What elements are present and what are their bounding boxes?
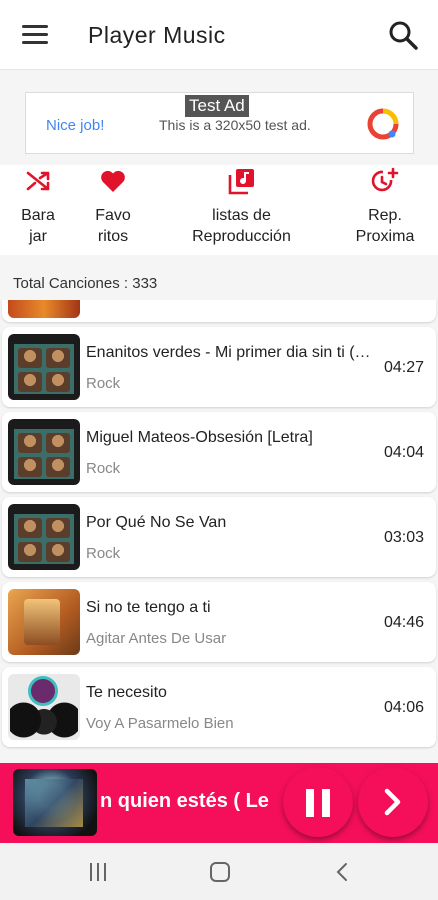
music-player-screen: Player Music Test Ad Nice job! This is a… <box>0 0 438 900</box>
pause-button[interactable] <box>283 767 353 837</box>
song-title: Miguel Mateos-Obsesión [Letra] <box>86 429 313 446</box>
song-duration: 03:03 <box>383 529 424 546</box>
agitar-cover <box>8 589 80 655</box>
song-duration: 04:46 <box>383 614 424 631</box>
back-icon[interactable] <box>334 862 350 882</box>
song-title: Si no te tengo a ti <box>86 599 211 616</box>
play-next-button[interactable]: Rep. Proxima <box>350 165 420 247</box>
song-list[interactable]: Enanitos verdes - Mi primer dia sin ti (… <box>0 300 438 762</box>
next-button[interactable] <box>358 767 428 837</box>
now-playing-cover[interactable] <box>13 769 97 836</box>
list-item[interactable]: Si no te tengo a ti Agitar Antes De Usar… <box>2 582 436 662</box>
heart-icon <box>101 170 125 192</box>
song-title: Enanitos verdes - Mi primer dia sin ti (… <box>86 344 376 361</box>
play-next-label: Rep. Proxima <box>355 207 415 245</box>
playlists-label: listas de Reproducción <box>192 207 291 245</box>
song-artist: Rock <box>86 545 121 562</box>
timer-add-icon <box>371 167 399 192</box>
app-title: Player Music <box>88 22 226 48</box>
ad-headline[interactable]: Nice job! <box>46 117 104 134</box>
quick-actions: Bara jar Favo ritos listas de Reproducci… <box>0 165 438 255</box>
favorites-button[interactable]: Favo ritos <box>90 165 136 247</box>
system-navigation-bar <box>0 843 438 900</box>
test-ad-badge: Test Ad <box>185 95 249 117</box>
admob-logo-icon <box>367 108 399 140</box>
song-artist: Rock <box>86 460 121 477</box>
song-title: Te necesito <box>86 684 167 701</box>
playlists-button[interactable]: listas de Reproducción <box>184 165 299 247</box>
shuffle-label: Bara jar <box>21 207 55 245</box>
song-artist: Rock <box>86 375 121 392</box>
ad-body-text: This is a 320x50 test ad. <box>159 117 311 133</box>
pasarmelo-bien-cover <box>8 674 80 740</box>
hamburger-menu-icon[interactable] <box>22 25 48 45</box>
pause-icon <box>306 789 314 817</box>
song-duration: 04:04 <box>383 444 424 461</box>
shuffle-icon <box>26 171 50 191</box>
app-bar: Player Music <box>0 0 438 70</box>
search-icon[interactable] <box>388 20 418 50</box>
total-songs-count: Total Canciones : 333 <box>13 275 158 292</box>
recents-icon[interactable] <box>88 863 108 881</box>
next-icon <box>384 788 401 816</box>
list-item[interactable]: Enanitos verdes - Mi primer dia sin ti (… <box>2 327 436 407</box>
hombres-g-cover <box>8 419 80 485</box>
list-item[interactable] <box>2 300 436 322</box>
list-item[interactable]: Miguel Mateos-Obsesión [Letra] Rock 04:0… <box>2 412 436 492</box>
pause-icon-bar <box>322 789 330 817</box>
album-cover <box>8 300 80 318</box>
shuffle-button[interactable]: Bara jar <box>18 165 58 247</box>
list-item[interactable]: Te necesito Voy A Pasarmelo Bien 04:06 <box>2 667 436 747</box>
home-icon[interactable] <box>210 862 230 882</box>
hombres-g-cover <box>8 504 80 570</box>
favorites-label: Favo ritos <box>95 207 131 245</box>
now-playing-title: n quien estés ( Le <box>100 790 269 812</box>
song-artist: Voy A Pasarmelo Bien <box>86 715 234 732</box>
hombres-g-cover <box>8 334 80 400</box>
song-duration: 04:27 <box>383 359 424 376</box>
song-title: Por Qué No Se Van <box>86 514 227 531</box>
song-duration: 04:06 <box>383 699 424 716</box>
list-item[interactable]: Por Qué No Se Van Rock 03:03 <box>2 497 436 577</box>
playlist-icon <box>228 169 254 195</box>
song-artist: Agitar Antes De Usar <box>86 630 227 647</box>
now-playing-bar[interactable]: n quien estés ( Le <box>0 763 438 843</box>
